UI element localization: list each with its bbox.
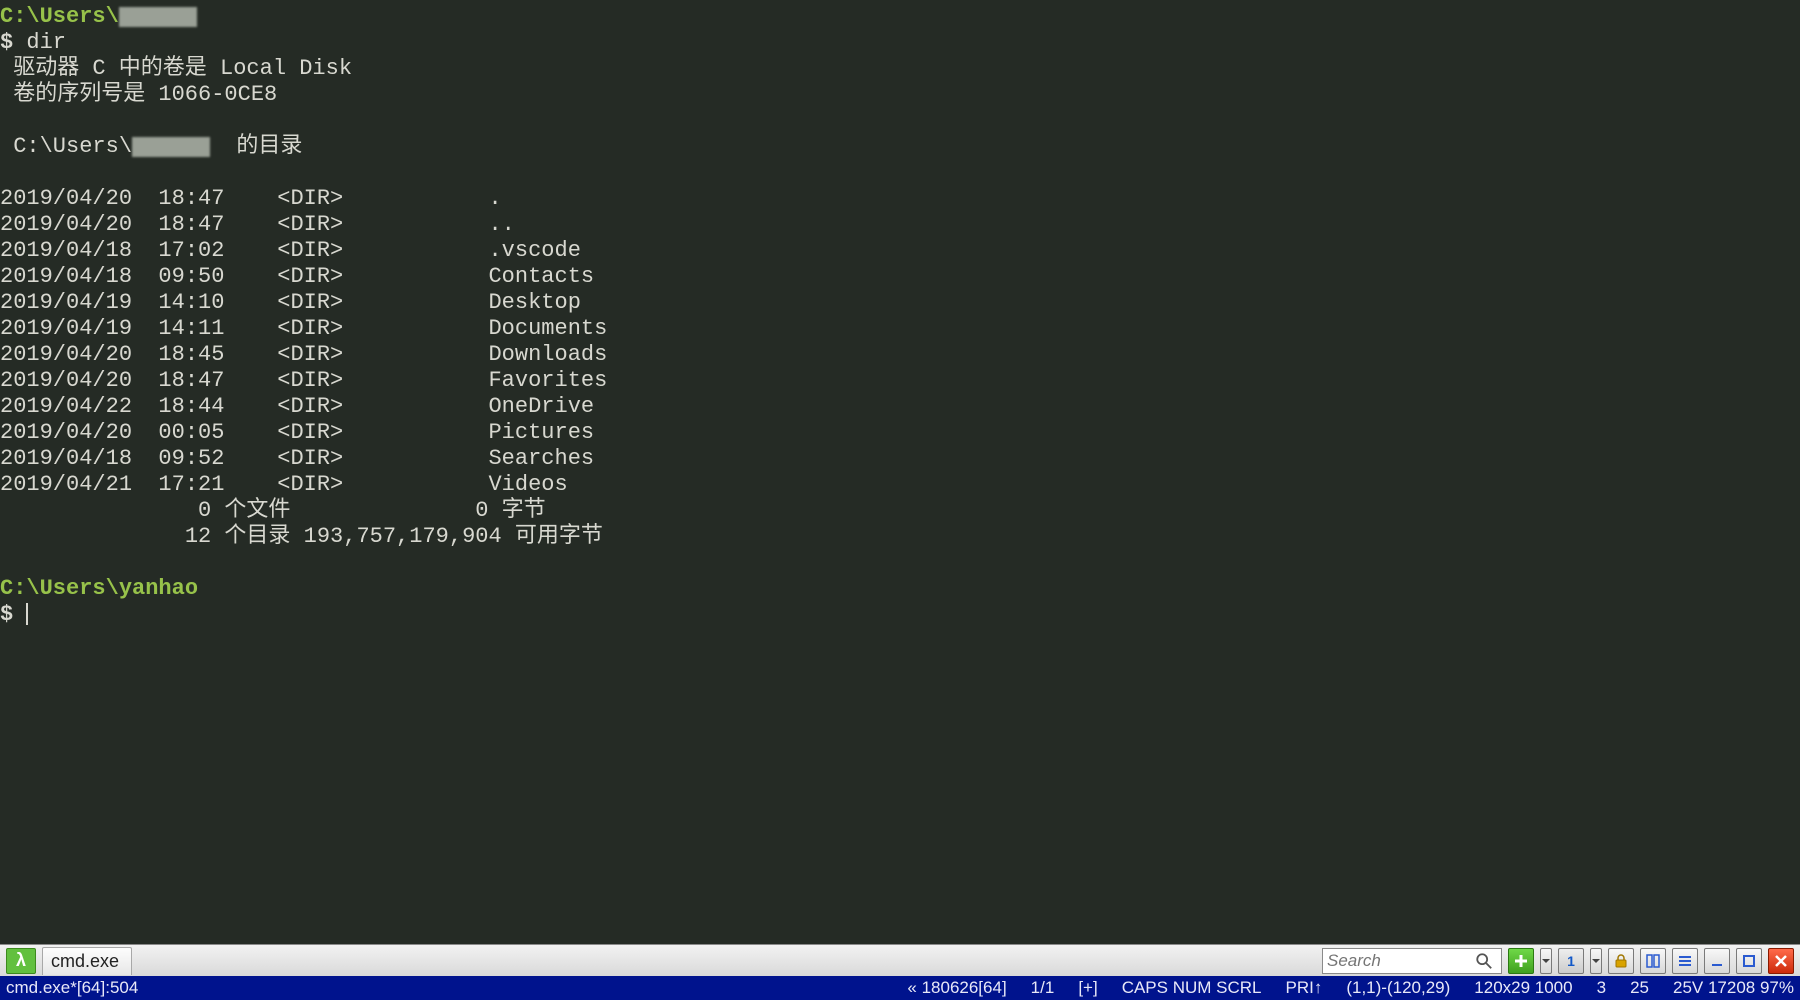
close-button[interactable] bbox=[1768, 948, 1794, 974]
command-text: dir bbox=[26, 30, 66, 55]
tablist-dropdown[interactable] bbox=[1590, 948, 1602, 974]
prompt-sigil: $ bbox=[0, 602, 13, 627]
dir-listing: 2019/04/20 18:47 <DIR> . 2019/04/20 18:4… bbox=[0, 186, 607, 497]
status-selection: (1,1)-(120,29) bbox=[1346, 978, 1450, 998]
lock-button[interactable] bbox=[1608, 948, 1634, 974]
status-plus: [+] bbox=[1078, 978, 1097, 998]
volume-line: 驱动器 C 中的卷是 Local Disk bbox=[0, 56, 352, 81]
tab-cmd[interactable]: cmd.exe bbox=[42, 947, 132, 975]
status-bar: cmd.exe*[64]:504 « 180626[64] 1/1 [+] CA… bbox=[0, 976, 1800, 1000]
tab-1-button[interactable]: 1 bbox=[1558, 948, 1584, 974]
dir-of-suffix: 的目录 bbox=[210, 134, 302, 159]
status-pri: PRI↑ bbox=[1286, 978, 1323, 998]
new-tab-dropdown[interactable] bbox=[1540, 948, 1552, 974]
summary-files: 0 个文件 0 字节 bbox=[0, 498, 546, 523]
redacted-username bbox=[119, 7, 197, 27]
minimize-button[interactable] bbox=[1704, 948, 1730, 974]
prompt-sigil: $ bbox=[0, 30, 13, 55]
new-tab-button[interactable] bbox=[1508, 948, 1534, 974]
prompt-path: C:\Users\yanhao bbox=[0, 576, 198, 601]
status-3: 3 bbox=[1597, 978, 1606, 998]
status-ratio: 1/1 bbox=[1031, 978, 1055, 998]
serial-line: 卷的序列号是 1066-0CE8 bbox=[0, 82, 277, 107]
summary-dirs: 12 个目录 193,757,179,904 可用字节 bbox=[0, 524, 603, 549]
dir-of-prefix: C:\Users\ bbox=[0, 134, 132, 159]
bottom-toolbar: λ cmd.exe 1 bbox=[0, 944, 1800, 976]
search-input[interactable] bbox=[1327, 951, 1475, 971]
search-icon[interactable] bbox=[1475, 952, 1493, 970]
status-25: 25 bbox=[1630, 978, 1649, 998]
status-chunk: « 180626[64] bbox=[907, 978, 1006, 998]
status-mem: 25V 17208 97% bbox=[1673, 978, 1794, 998]
cursor bbox=[26, 603, 28, 625]
redacted-username bbox=[132, 137, 210, 157]
menu-button[interactable] bbox=[1672, 948, 1698, 974]
status-process: cmd.exe*[64]:504 bbox=[6, 978, 138, 998]
status-size: 120x29 1000 bbox=[1474, 978, 1572, 998]
search-box[interactable] bbox=[1322, 948, 1502, 974]
cmder-icon[interactable]: λ bbox=[6, 948, 36, 974]
columns-button[interactable] bbox=[1640, 948, 1666, 974]
terminal-output[interactable]: C:\Users\ $ dir 驱动器 C 中的卷是 Local Disk 卷的… bbox=[0, 0, 1800, 944]
maximize-button[interactable] bbox=[1736, 948, 1762, 974]
status-caps: CAPS NUM SCRL bbox=[1122, 978, 1262, 998]
prompt-path: C:\Users\ bbox=[0, 4, 119, 29]
